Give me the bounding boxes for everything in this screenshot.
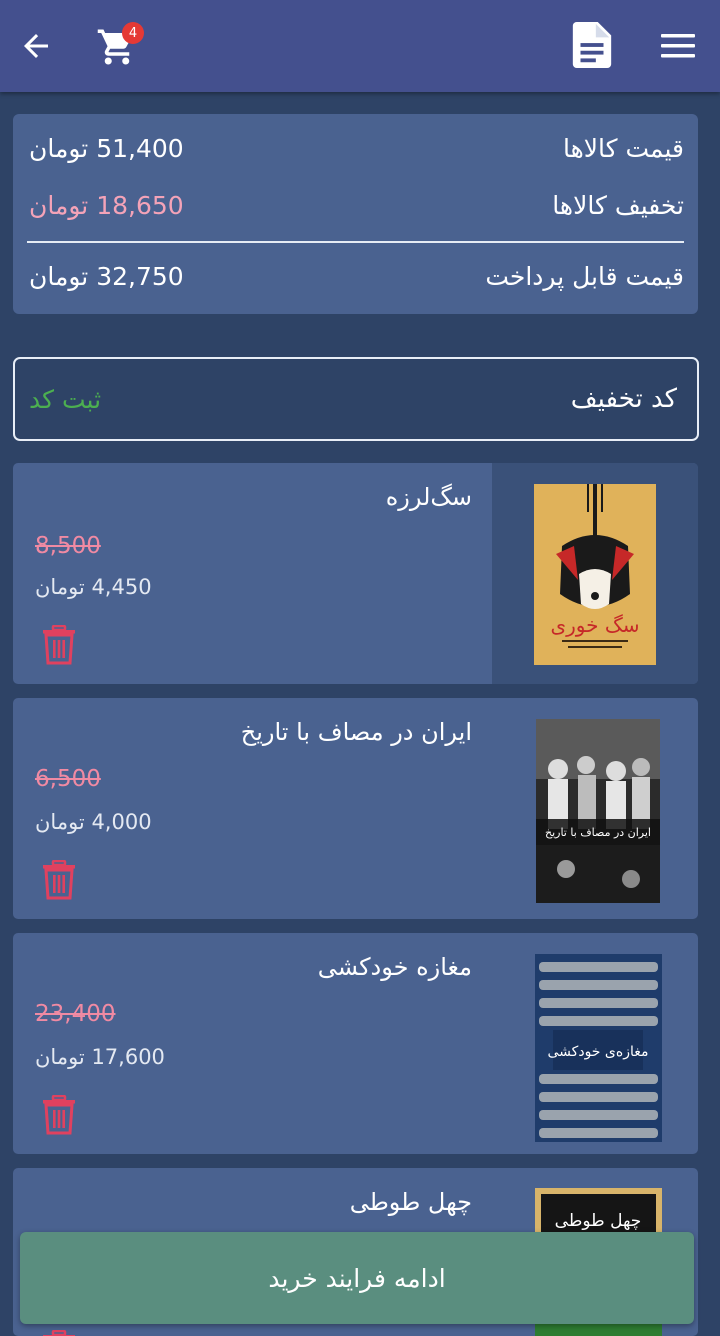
delete-item-button[interactable] [42, 1329, 76, 1336]
menu-button[interactable] [654, 24, 702, 68]
cover-title-text: چهل طوطی [555, 1211, 642, 1231]
item-title: ایران در مصاف با تاریخ [240, 718, 472, 746]
back-button[interactable] [14, 24, 58, 68]
invoice-button[interactable] [568, 20, 616, 70]
cart-button[interactable]: 4 [94, 20, 148, 68]
document-icon [572, 22, 612, 68]
trash-icon [43, 859, 75, 900]
delete-item-button[interactable] [42, 1094, 76, 1135]
discount-label: تخفیف کالاها [552, 190, 684, 220]
delete-item-button[interactable] [42, 859, 76, 900]
item-new-price: 4,450 تومان [35, 575, 152, 599]
item-old-price: 6,500 [35, 766, 101, 792]
coupon-label: کد تخفیف [570, 384, 677, 414]
item-old-price: 8,500 [35, 533, 101, 559]
trash-icon [43, 624, 75, 665]
coupon-field[interactable]: ثبت کد کد تخفیف [13, 357, 699, 441]
item-old-price: 23,400 [35, 1001, 116, 1027]
item-new-price: 17,600 تومان [35, 1045, 165, 1069]
price-summary-card: 51,400 تومان قیمت کالاها 18,650 تومان تخ… [13, 114, 698, 314]
trash-icon [43, 1094, 75, 1135]
cart-count-badge: 4 [122, 22, 144, 44]
item-new-price: 4,000 تومان [35, 810, 152, 834]
cover-title-text: ایران در مصاف با تاریخ [545, 826, 651, 839]
items-price-value: 51,400 تومان [29, 133, 184, 163]
cart-item[interactable]: ایران در مصاف با تاریخ ایران در مصاف با … [13, 698, 698, 919]
payable-label: قیمت قابل پرداخت [485, 261, 684, 291]
discount-row: 18,650 تومان تخفیف کالاها [29, 185, 684, 225]
delete-item-button[interactable] [42, 624, 76, 665]
coupon-submit-button[interactable]: ثبت کد [29, 385, 101, 414]
app-bar: 4 [0, 0, 720, 92]
items-price-label: قیمت کالاها [562, 133, 684, 163]
cover-title-text: سگ خوری [550, 613, 639, 637]
book-cover-image: سگ خوری [534, 484, 656, 665]
cart-item[interactable]: سگ خوری سگ‌لرزه 8,500 4,450 تومان [13, 463, 698, 684]
hamburger-menu-icon [661, 34, 695, 58]
arrow-left-icon [24, 34, 48, 58]
cover-title-text: مغازه‌ی خودکشی [548, 1044, 649, 1060]
discount-value: 18,650 تومان [29, 190, 184, 220]
payable-row: 32,750 تومان قیمت قابل پرداخت [29, 256, 684, 296]
item-title: مغازه خودکشی [317, 953, 472, 981]
trash-icon [43, 1329, 75, 1336]
cart-item[interactable]: مغازه‌ی خودکشی مغازه خودکشی 23,400 17,60… [13, 933, 698, 1154]
book-cover-image: ایران در مصاف با تاریخ [536, 719, 660, 903]
item-title: سگ‌لرزه [385, 483, 472, 511]
payable-value: 32,750 تومان [29, 261, 184, 291]
book-cover-image: مغازه‌ی خودکشی [535, 954, 662, 1142]
items-price-row: 51,400 تومان قیمت کالاها [29, 128, 684, 168]
proceed-checkout-button[interactable]: ادامه فرایند خرید [20, 1232, 694, 1324]
item-title: چهل طوطی [349, 1188, 472, 1216]
summary-divider [27, 241, 684, 243]
